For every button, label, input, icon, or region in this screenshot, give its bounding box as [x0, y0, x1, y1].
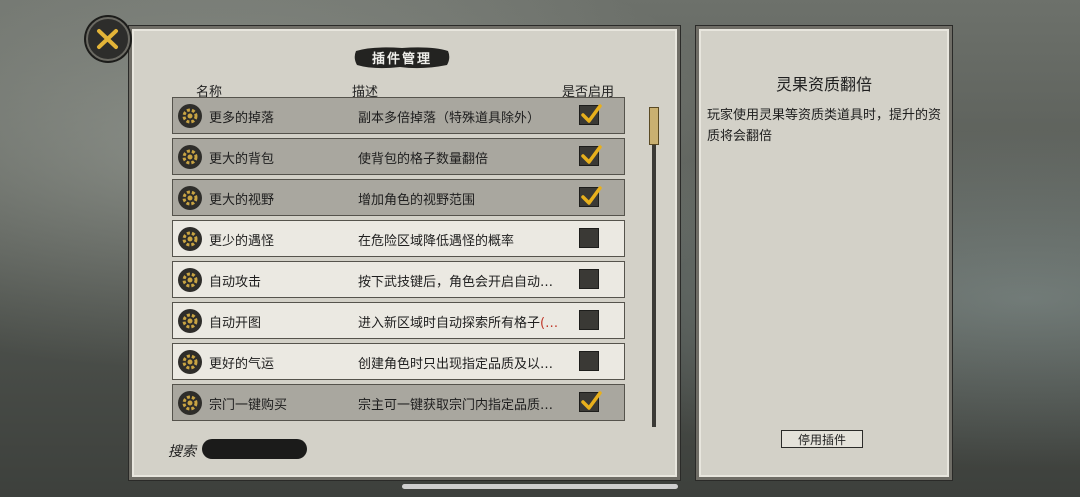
- gear-icon: [178, 104, 202, 128]
- plugin-row[interactable]: 自动攻击 按下武技键后，角色会开启自动…: [172, 261, 625, 298]
- plugin-description-text: 副本多倍掉落（特殊道具除外）: [358, 111, 541, 126]
- checkmark-icon: [581, 391, 602, 410]
- plugin-name: 更大的视野: [209, 193, 275, 208]
- enable-checkbox[interactable]: [579, 145, 602, 166]
- plugin-description-text: 创建角色时只出现指定品质及以…: [358, 357, 554, 372]
- plugin-description-text: 宗主可一键获取宗门内指定品质…: [358, 398, 554, 413]
- plugin-description-text: 进入新区域时自动探索所有格子: [358, 316, 541, 331]
- plugin-row[interactable]: 自动开图 进入新区域时自动探索所有格子(…: [172, 302, 625, 339]
- disable-plugin-button[interactable]: 停用插件: [781, 430, 863, 448]
- plugin-name: 宗门一键购买: [209, 398, 288, 413]
- scrollbar-thumb[interactable]: [649, 107, 659, 145]
- plugin-description: 副本多倍掉落（特殊道具除外）: [358, 107, 568, 126]
- plugin-row[interactable]: 更大的背包 使背包的格子数量翻倍: [172, 138, 625, 175]
- plugin-row[interactable]: 宗门一键购买 宗主可一键获取宗门内指定品质…: [172, 384, 625, 421]
- plugin-description-text: 使背包的格子数量翻倍: [358, 152, 489, 167]
- plugin-description: 宗主可一键获取宗门内指定品质…: [358, 394, 568, 413]
- enable-checkbox[interactable]: [579, 310, 599, 330]
- plugin-description: 创建角色时只出现指定品质及以…: [358, 353, 568, 372]
- search-input[interactable]: [202, 439, 307, 459]
- plugin-row[interactable]: 更少的遇怪 在危险区域降低遇怪的概率: [172, 220, 625, 257]
- close-button[interactable]: [86, 17, 130, 61]
- plugin-detail-panel: 灵果资质翻倍 玩家使用灵果等资质类道具时，提升的资质将会翻倍 停用插件: [696, 26, 952, 480]
- enable-checkbox[interactable]: [579, 186, 602, 207]
- gear-icon: [178, 309, 202, 333]
- enable-checkbox[interactable]: [579, 104, 602, 125]
- gear-icon: [178, 268, 202, 292]
- plugin-list[interactable]: 更多的掉落 副本多倍掉落（特殊道具除外） 更大的背包 使背包的格子数量翻倍更大的视野 增…: [172, 97, 627, 433]
- plugin-name: 更好的气运: [209, 357, 275, 372]
- checkmark-icon: [581, 145, 602, 164]
- plugin-description-text: 在危险区域降低遇怪的概率: [358, 234, 515, 249]
- plugin-manager-panel: 插件管理 名称 描述 是否启用 更多的掉落 副本多倍掉落（特殊道具除外） 更大的背包…: [129, 26, 680, 480]
- checkmark-icon: [581, 186, 602, 205]
- plugin-description: 按下武技键后，角色会开启自动…: [358, 271, 568, 290]
- search-label: 搜索: [168, 444, 196, 460]
- plugin-description: 使背包的格子数量翻倍: [358, 148, 568, 167]
- gear-icon: [178, 145, 202, 169]
- plugin-name: 更少的遇怪: [209, 234, 275, 249]
- plugin-row[interactable]: 更好的气运 创建角色时只出现指定品质及以…: [172, 343, 625, 380]
- enable-checkbox[interactable]: [579, 391, 602, 412]
- enable-checkbox[interactable]: [579, 228, 599, 248]
- close-icon: [97, 29, 118, 49]
- plugin-name: 更多的掉落: [209, 111, 275, 126]
- plugin-description: 在危险区域降低遇怪的概率: [358, 230, 568, 249]
- enable-checkbox[interactable]: [579, 269, 599, 289]
- title-banner: 插件管理: [352, 45, 452, 71]
- plugin-description-text: 增加角色的视野范围: [358, 193, 476, 208]
- checkmark-icon: [581, 104, 602, 123]
- gear-icon: [178, 350, 202, 374]
- plugin-description-suffix: (…: [540, 316, 559, 331]
- page-title: 插件管理: [371, 52, 432, 67]
- home-indicator[interactable]: [402, 484, 678, 489]
- plugin-name: 更大的背包: [209, 152, 275, 167]
- gear-icon: [178, 391, 202, 415]
- plugin-description: 增加角色的视野范围: [358, 189, 568, 208]
- gear-icon: [178, 227, 202, 251]
- plugin-description: 进入新区域时自动探索所有格子(…: [358, 312, 568, 331]
- plugin-description-text: 按下武技键后，角色会开启自动…: [358, 275, 554, 290]
- scrollbar-track[interactable]: [652, 107, 656, 427]
- plugin-name: 自动攻击: [209, 275, 262, 290]
- detail-description: 玩家使用灵果等资质类道具时，提升的资质将会翻倍: [707, 108, 942, 144]
- plugin-row[interactable]: 更大的视野 增加角色的视野范围: [172, 179, 625, 216]
- gear-icon: [178, 186, 202, 210]
- detail-title: 灵果资质翻倍: [775, 75, 872, 94]
- plugin-name: 自动开图: [209, 316, 262, 331]
- plugin-row[interactable]: 更多的掉落 副本多倍掉落（特殊道具除外）: [172, 97, 625, 134]
- enable-checkbox[interactable]: [579, 351, 599, 371]
